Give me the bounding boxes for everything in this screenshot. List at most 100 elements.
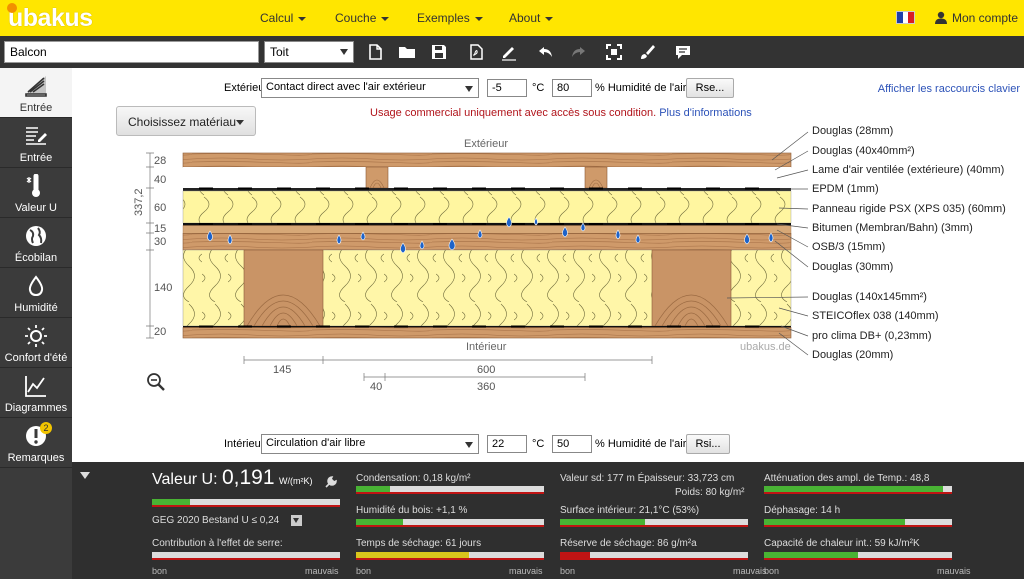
temp-attenuation-label: Atténuation des ampl. de Temp.: 48,8 <box>764 473 930 484</box>
layer-label[interactable]: Bitumen (Membran/Bahn) (3mm) <box>812 222 973 234</box>
open-folder-icon[interactable] <box>398 43 416 61</box>
thickness-label: 20 <box>154 326 167 338</box>
scale-bad-label: mauvais <box>509 566 543 576</box>
thickness-label: 40 <box>154 174 167 186</box>
sidebar-item-valeur-u[interactable]: Valeur U <box>0 168 72 218</box>
geg-dropdown-toggle[interactable] <box>291 515 302 526</box>
left-dimension-marks <box>146 152 154 339</box>
account-menu[interactable]: Mon compte <box>934 11 1018 25</box>
layer-xps-panel[interactable] <box>182 190 792 224</box>
layer-air-gap[interactable] <box>183 167 791 188</box>
ubakus-watermark: ubakus.de <box>740 341 791 353</box>
layer-label[interactable]: Douglas (30mm) <box>812 261 893 273</box>
top-bar: ubakus Calcul Couche Exemples About Mon … <box>0 0 1024 36</box>
logo[interactable]: ubakus <box>8 4 93 33</box>
layer-label[interactable]: Douglas (20mm) <box>812 349 893 361</box>
thermometer-icon <box>26 174 40 197</box>
sidebar-item-entree-list[interactable]: Entrée <box>0 118 72 168</box>
new-file-icon[interactable] <box>366 43 384 61</box>
layer-label[interactable]: pro clima DB+ (0,23mm) <box>812 330 932 342</box>
nav-calcul[interactable]: Calcul <box>260 11 307 25</box>
layer-osb[interactable] <box>182 225 792 234</box>
layer-stack <box>182 152 792 339</box>
bottom-dimension-marks <box>243 356 653 381</box>
interior-condition-select[interactable]: Circulation d'air libre <box>261 434 479 454</box>
layer-label[interactable]: OSB/3 (15mm) <box>812 241 885 253</box>
interior-humidity-input[interactable] <box>552 435 592 453</box>
drying-time-meter <box>356 552 544 560</box>
layer-label[interactable]: EPDM (1mm) <box>812 183 879 195</box>
account-label: Mon compte <box>952 11 1019 25</box>
zoom-out-icon[interactable] <box>146 372 166 392</box>
interior-temp-unit: °C <box>532 438 545 450</box>
chevron-down-icon <box>545 16 554 21</box>
rsi-button[interactable]: Rsi... <box>686 434 730 454</box>
layer-label[interactable]: Douglas (140x145mm²) <box>812 291 927 303</box>
chevron-down-icon <box>298 16 307 21</box>
redo-icon[interactable] <box>569 43 587 61</box>
list-input-icon <box>26 127 47 145</box>
dropdown-arrow-icon <box>465 442 473 448</box>
layer-label[interactable]: Panneau rigide PSX (XPS 035) (60mm) <box>812 203 1006 215</box>
toolbar: Toit <box>0 36 1024 68</box>
pdf-export-icon[interactable] <box>467 43 485 61</box>
collapse-triangle-icon[interactable] <box>80 472 90 479</box>
drying-reserve-label: Réserve de séchage: 86 g/m²a <box>560 538 697 549</box>
layer-label[interactable]: Douglas (40x40mm²) <box>812 145 915 157</box>
french-flag-icon[interactable] <box>896 11 915 24</box>
sidebar-item-label: Entrée <box>19 152 53 164</box>
layer-epdm[interactable] <box>183 188 791 191</box>
meter-reference-line <box>356 525 544 527</box>
temp-attenuation-meter <box>764 486 952 494</box>
chart-icon <box>25 376 46 397</box>
condensation-label: Condensation: 0,18 kg/m² <box>356 473 471 484</box>
rafter-1[interactable] <box>243 249 324 327</box>
sidebar-item-entree-layers[interactable]: Entrée <box>0 68 72 118</box>
sidebar-item-humidite[interactable]: Humidité <box>0 268 72 318</box>
dimension-label: 40 <box>370 381 383 393</box>
sidebar-item-label: Remarques <box>7 452 65 464</box>
layer-douglas-30[interactable] <box>182 233 792 251</box>
layer-douglas-20[interactable] <box>182 327 792 339</box>
layer-label[interactable]: Douglas (28mm) <box>812 125 893 137</box>
wrench-icon[interactable] <box>324 475 338 489</box>
thickness-label: 140 <box>154 282 173 294</box>
sidebar-item-ecobilan[interactable]: Écobilan <box>0 218 72 268</box>
u-value-meter <box>152 499 340 507</box>
nav-couche[interactable]: Couche <box>335 11 390 25</box>
comment-icon[interactable] <box>674 43 692 61</box>
layer-douglas-28[interactable] <box>182 152 792 168</box>
surface-temp-meter <box>560 519 748 527</box>
sidebar-item-confort-ete[interactable]: Confort d'été <box>0 318 72 368</box>
dimension-label: 600 <box>477 364 496 376</box>
scale-good-label: bon <box>356 566 372 576</box>
brush-icon[interactable] <box>638 43 656 61</box>
sign-icon[interactable] <box>500 43 518 61</box>
construction-name-input[interactable] <box>4 41 259 63</box>
thickness-label: 15 <box>154 223 167 235</box>
meter-reference-line <box>152 505 340 507</box>
fullscreen-icon[interactable] <box>605 43 623 61</box>
nav-calcul-label: Calcul <box>260 11 294 25</box>
save-icon[interactable] <box>430 43 448 61</box>
construction-type-select[interactable]: Toit <box>264 41 354 63</box>
thickness-label: 60 <box>154 202 167 214</box>
meter-reference-line <box>764 525 952 527</box>
layer-label[interactable]: STEICOflex 038 (140mm) <box>812 310 939 322</box>
layer-label[interactable]: Lame d'air ventilée (extérieure) (40mm) <box>812 164 1004 176</box>
dropdown-arrow-icon <box>340 49 348 55</box>
layer-bitumen[interactable] <box>183 223 791 226</box>
nav-exemples[interactable]: Exemples <box>417 11 483 25</box>
scale-bad-label: mauvais <box>733 566 767 576</box>
app-window: ubakus Calcul Couche Exemples About Mon … <box>0 0 1024 579</box>
rafter-2[interactable] <box>651 249 732 327</box>
interior-temp-input[interactable] <box>487 435 527 453</box>
nav-couche-label: Couche <box>335 11 377 25</box>
nav-about[interactable]: About <box>509 11 554 25</box>
batten-1[interactable] <box>365 166 389 189</box>
sidebar-item-remarques[interactable]: 2 Remarques <box>0 418 72 468</box>
undo-icon[interactable] <box>537 43 555 61</box>
phase-shift-label: Déphasage: 14 h <box>764 505 841 516</box>
batten-2[interactable] <box>584 166 608 189</box>
sidebar-item-diagrammes[interactable]: Diagrammes <box>0 368 72 418</box>
